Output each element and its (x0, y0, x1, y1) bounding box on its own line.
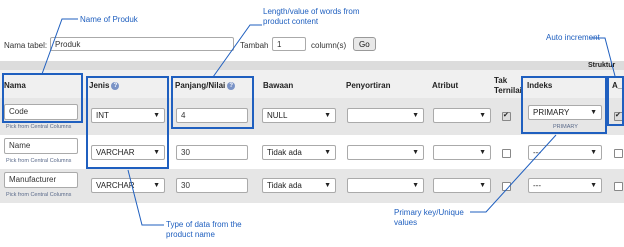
annotation-type: Type of data from the product name (166, 220, 242, 239)
annotation-name: Name of Produk (80, 15, 138, 24)
annotation-length: Length/value of words from product conte… (263, 7, 360, 26)
annotation-primary: Primary key/Unique values (394, 208, 464, 227)
annotation-auto-increment: Auto increment (546, 33, 600, 42)
callout-lines (41, 18, 616, 226)
